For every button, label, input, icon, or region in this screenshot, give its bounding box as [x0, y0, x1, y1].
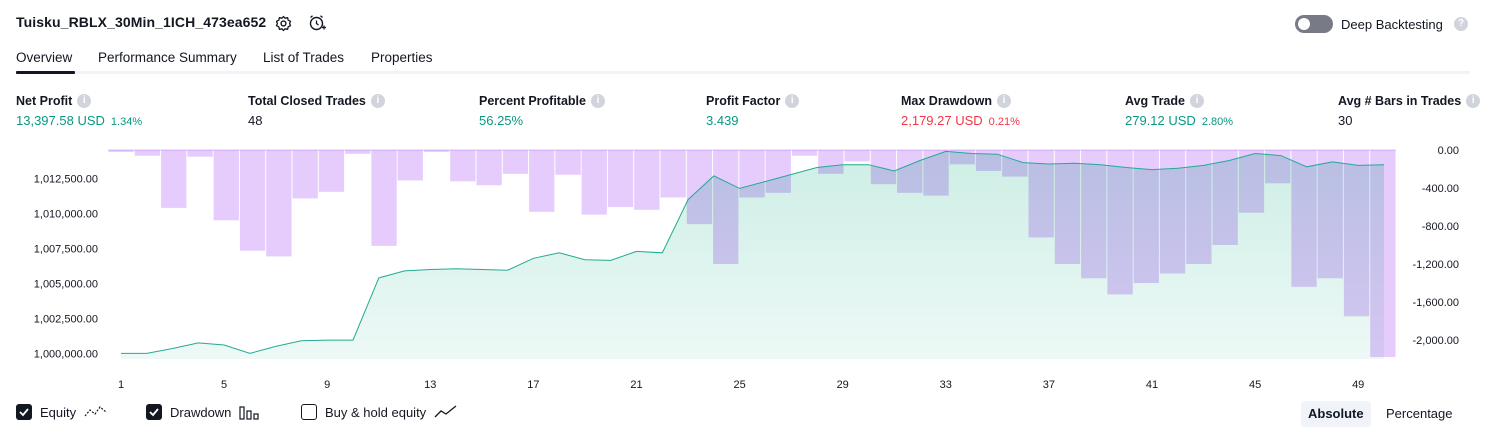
- x-axis-tick-label: 1: [118, 379, 124, 391]
- checkbox-unchecked-icon[interactable]: [301, 404, 317, 420]
- drawdown-bar: [686, 150, 713, 225]
- drawdown-bar: [870, 150, 897, 185]
- drawdown-bar: [1238, 150, 1265, 213]
- x-axis-tick-label: 5: [221, 379, 227, 391]
- drawdown-bar: [1343, 150, 1370, 317]
- drawdown-bar: [397, 150, 423, 181]
- drawdown-bar: [1133, 150, 1159, 283]
- drawdown-bar: [713, 150, 739, 264]
- drawdown-bar: [581, 150, 607, 215]
- percentage-button[interactable]: Percentage: [1379, 401, 1460, 427]
- x-axis-tick-label: 41: [1146, 379, 1158, 391]
- drawdown-bar: [1002, 150, 1028, 177]
- drawdown-bar: [739, 150, 765, 198]
- equity-line-icon: [84, 406, 107, 417]
- drawdown-bar: [975, 150, 1002, 171]
- right-axis-tick-label: -1,600.00: [1413, 297, 1459, 309]
- x-axis-tick-label: 29: [837, 379, 849, 391]
- drawdown-bar: [791, 150, 818, 156]
- drawdown-bar: [502, 150, 529, 174]
- drawdown-bar: [634, 150, 660, 210]
- legend-drawdown-label: Drawdown: [170, 404, 232, 420]
- buy-hold-line-icon: [434, 405, 457, 418]
- drawdown-bar: [134, 150, 161, 156]
- drawdown-bar: [1107, 150, 1133, 295]
- x-axis-tick-label: 25: [733, 379, 745, 391]
- drawdown-bar: [318, 150, 345, 192]
- drawdown-bar: [371, 150, 397, 246]
- drawdown-bar: [266, 150, 292, 257]
- drawdown-bar: [450, 150, 476, 182]
- drawdown-bar: [1291, 150, 1317, 287]
- drawdown-bar: [818, 150, 844, 174]
- drawdown-bar: [213, 150, 239, 221]
- drawdown-bar: [607, 150, 634, 207]
- drawdown-bar: [423, 150, 450, 152]
- left-axis-tick-label: 1,007,500.00: [34, 244, 98, 256]
- drawdown-bar: [1081, 150, 1107, 279]
- checkbox-checked-icon[interactable]: [16, 404, 32, 420]
- x-axis-tick-label: 9: [324, 379, 330, 391]
- drawdown-bar: [1370, 150, 1396, 358]
- equity-drawdown-chart[interactable]: 1,012,500.00 1,010,000.00 1,007,500.00 1,00…: [0, 0, 1486, 400]
- drawdown-bar: [660, 150, 686, 198]
- left-axis-tick-label: 1,005,000.00: [34, 279, 98, 291]
- legend-equity-label: Equity: [40, 404, 77, 420]
- drawdown-bar: [844, 150, 870, 162]
- drawdown-bar: [476, 150, 502, 186]
- absolute-button[interactable]: Absolute: [1301, 401, 1371, 427]
- x-axis-tick-label: 33: [940, 379, 952, 391]
- drawdown-bar: [292, 150, 318, 199]
- drawdown-bar: [1317, 150, 1343, 279]
- drawdown-bar: [923, 150, 949, 196]
- right-axis-tick-label: -400.00: [1422, 183, 1459, 195]
- drawdown-bar: [555, 150, 581, 175]
- left-axis-tick-label: 1,000,000.00: [34, 348, 98, 360]
- x-axis-tick-label: 37: [1043, 379, 1055, 391]
- legend-buy-hold-label: Buy & hold equity: [325, 404, 427, 420]
- drawdown-bar: [897, 150, 923, 193]
- x-axis-tick-label: 49: [1352, 379, 1364, 391]
- right-axis-tick-label: -800.00: [1422, 221, 1459, 233]
- drawdown-bar: [239, 150, 266, 251]
- x-axis-tick-label: 45: [1249, 379, 1261, 391]
- right-axis-tick-label: -1,200.00: [1413, 259, 1459, 271]
- drawdown-bar: [765, 150, 791, 193]
- drawdown-bar: [529, 150, 555, 212]
- left-axis-tick-label: 1,002,500.00: [34, 314, 98, 326]
- drawdown-bar: [187, 150, 213, 157]
- legend-drawdown[interactable]: Drawdown: [146, 404, 261, 420]
- legend-equity[interactable]: Equity: [16, 404, 108, 420]
- left-axis-tick-label: 1,010,000.00: [34, 209, 98, 221]
- right-axis-tick-label: -2,000.00: [1413, 335, 1459, 347]
- drawdown-bar: [1212, 150, 1238, 245]
- x-axis-tick-label: 13: [424, 379, 436, 391]
- drawdown-bars-icon: [239, 406, 260, 420]
- drawdown-bar: [345, 150, 371, 154]
- x-axis-tick-label: 17: [527, 379, 539, 391]
- x-axis-tick-label: 21: [630, 379, 642, 391]
- left-axis-tick-label: 1,012,500.00: [34, 174, 98, 186]
- drawdown-bar: [108, 150, 134, 152]
- right-axis-tick-label: 0.00: [1438, 145, 1459, 157]
- drawdown-bar: [1054, 150, 1081, 264]
- legend-buy-hold[interactable]: Buy & hold equity: [301, 404, 458, 420]
- checkbox-checked-icon[interactable]: [146, 404, 162, 420]
- drawdown-bar: [161, 150, 187, 208]
